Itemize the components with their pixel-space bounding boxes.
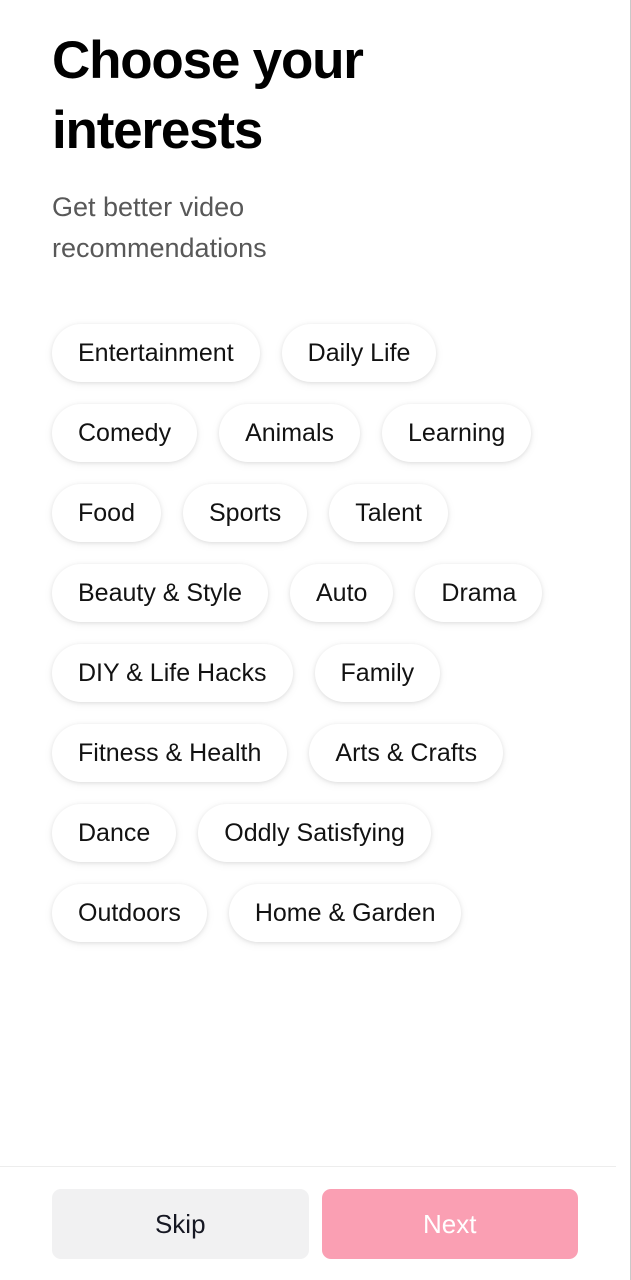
interest-chip[interactable]: Learning — [382, 404, 532, 462]
page-subtitle: Get better video recommendations — [52, 192, 267, 263]
interest-chip[interactable]: DIY & Life Hacks — [52, 644, 293, 702]
onboarding-screen: Choose your interests Get better video r… — [0, 0, 631, 1280]
interest-chip[interactable]: Auto — [289, 564, 394, 622]
next-button[interactable]: Next — [321, 1188, 578, 1259]
interest-chip-grid: Entertainment Daily Life Comedy Animals Lear… — [52, 269, 562, 942]
interest-chip[interactable]: Animals — [219, 404, 361, 462]
interest-chip[interactable]: Home & Garden — [228, 884, 462, 942]
interest-chip[interactable]: Dance — [52, 804, 177, 862]
interest-chip[interactable]: Talent — [329, 484, 448, 542]
interest-chip[interactable]: Fitness & Health — [52, 724, 288, 782]
interest-chip[interactable]: Arts & Crafts — [309, 724, 504, 782]
bottom-action-bar: Skip Next — [0, 1166, 616, 1280]
interest-chip[interactable]: Daily Life — [281, 324, 437, 382]
skip-button[interactable]: Skip — [52, 1188, 309, 1259]
interest-chip[interactable]: Family — [314, 644, 441, 702]
interest-chip[interactable]: Sports — [182, 484, 308, 542]
interest-chip[interactable]: Food — [52, 484, 161, 542]
interest-chip[interactable]: Entertainment — [52, 324, 260, 382]
page-title: Choose your interests — [52, 31, 364, 160]
interest-chip[interactable]: Outdoors — [52, 884, 207, 942]
interests-content-area: Choose your interests Get better video r… — [0, 0, 616, 1166]
interest-chip[interactable]: Oddly Satisfying — [198, 804, 431, 862]
interest-chip[interactable]: Comedy — [52, 404, 198, 462]
interest-chip[interactable]: Beauty & Style — [52, 564, 268, 622]
interest-chip[interactable]: Drama — [415, 564, 543, 622]
